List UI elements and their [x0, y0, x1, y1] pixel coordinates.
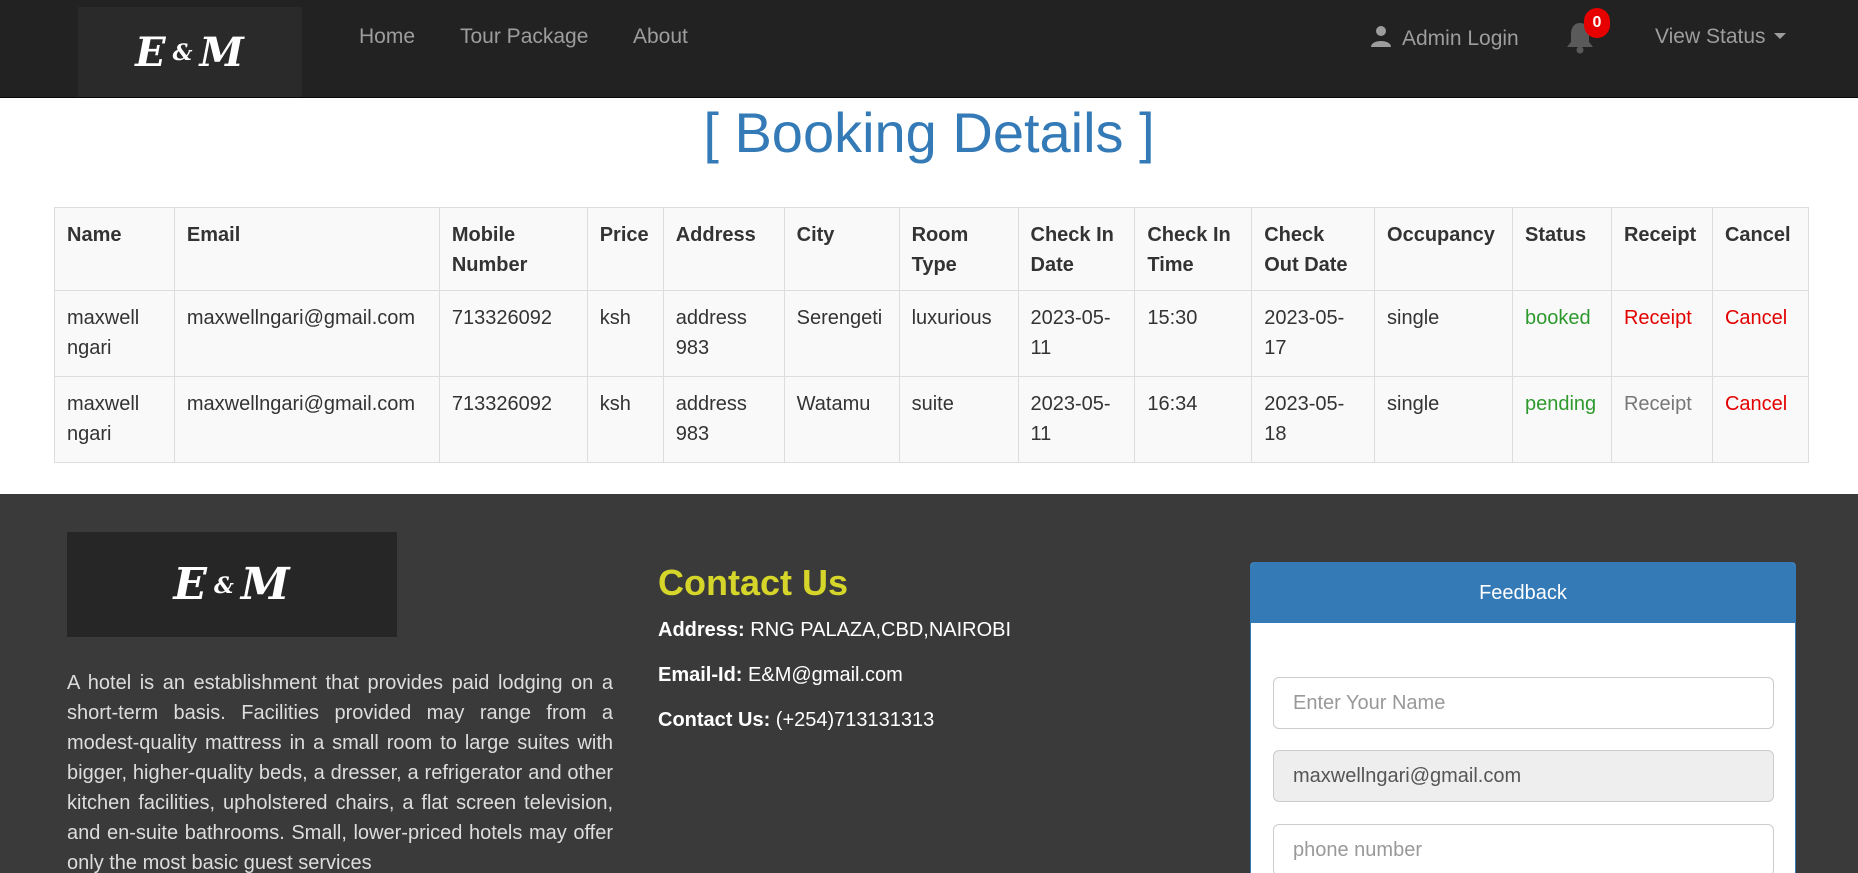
page-title: [ Booking Details ] — [703, 101, 1155, 164]
cell-room-type: suite — [898, 376, 1019, 463]
nav-home-link[interactable]: Home — [359, 25, 415, 49]
logo-text: E & M — [135, 28, 245, 76]
status-badge: booked — [1511, 290, 1612, 377]
feedback-panel: Feedback — [1250, 562, 1796, 873]
receipt-link[interactable]: Receipt — [1624, 307, 1692, 329]
header-city: City — [783, 207, 900, 291]
cell-room-type: luxurious — [898, 290, 1019, 377]
notification-badge: 0 — [1584, 8, 1610, 38]
booking-table: Name Email Mobile Number Price Address C… — [54, 207, 1810, 463]
cell-email: maxwellngari@gmail.com — [173, 290, 440, 377]
cell-check-out-date: 2023-05-18 — [1251, 376, 1376, 463]
contact-address: Address: RNG PALAZA,CBD,NAIROBI — [658, 619, 1011, 642]
caret-down-icon — [1773, 33, 1786, 39]
footer-logo-text: E & M — [173, 559, 291, 610]
address-value: RNG PALAZA,CBD,NAIROBI — [750, 619, 1012, 641]
header-status: Status — [1511, 207, 1612, 291]
cell-check-in-date: 2023-05-11 — [1017, 376, 1136, 463]
admin-login-link[interactable]: Admin Login — [1370, 25, 1519, 51]
header-email: Email — [173, 207, 440, 291]
cell-city: Serengeti — [783, 290, 900, 377]
cell-mobile: 713326092 — [438, 376, 588, 463]
nav-about-link[interactable]: About — [633, 25, 688, 49]
table-row: maxwell ngari maxwellngari@gmail.com 713… — [54, 290, 1810, 377]
nav-tour-package-link[interactable]: Tour Package — [460, 25, 588, 49]
cell-occupancy: single — [1374, 376, 1513, 463]
view-status-dropdown[interactable]: View Status — [1655, 25, 1786, 49]
cell-check-out-date: 2023-05-17 — [1251, 290, 1376, 377]
header-room-type: Room Type — [898, 207, 1019, 291]
contact-title: Contact Us — [658, 562, 849, 603]
contact-email: Email-Id: E&M@gmail.com — [658, 664, 903, 687]
cell-name: maxwell ngari — [54, 376, 175, 463]
view-status-label: View Status — [1655, 25, 1766, 48]
header-name: Name — [54, 207, 175, 291]
header-check-in-date: Check In Date — [1017, 207, 1136, 291]
phone-value: (+254)713131313 — [775, 709, 935, 731]
status-badge: pending — [1511, 376, 1612, 463]
cell-address: address 983 — [662, 290, 785, 377]
table-row: maxwell ngari maxwellngari@gmail.com 713… — [54, 376, 1810, 463]
email-label: Email-Id: — [658, 664, 743, 686]
cell-mobile: 713326092 — [438, 290, 588, 377]
email-field[interactable] — [1273, 750, 1774, 802]
cell-price: ksh — [586, 290, 664, 377]
header-price: Price — [586, 207, 664, 291]
cell-receipt: Receipt — [1610, 376, 1713, 463]
brand-logo[interactable]: E & M — [78, 7, 302, 97]
about-text: A hotel is an establishment that provide… — [67, 672, 613, 873]
cell-receipt: Receipt — [1610, 290, 1713, 377]
cell-city: Watamu — [783, 376, 900, 463]
email-value: E&M@gmail.com — [748, 664, 903, 686]
header-occupancy: Occupancy — [1374, 207, 1513, 291]
cancel-link[interactable]: Cancel — [1725, 307, 1787, 329]
header-check-out-date: Check Out Date — [1251, 207, 1376, 291]
cell-address: address 983 — [662, 376, 785, 463]
user-icon — [1371, 26, 1391, 47]
cancel-link[interactable]: Cancel — [1725, 393, 1787, 415]
navbar: E & M Home Tour Package About Admin Login … — [0, 0, 1858, 98]
cell-email: maxwellngari@gmail.com — [173, 376, 440, 463]
admin-login-label: Admin Login — [1402, 27, 1519, 50]
header-receipt: Receipt — [1610, 207, 1713, 291]
phone-label: Contact Us: — [658, 709, 771, 731]
cell-price: ksh — [586, 376, 664, 463]
cell-cancel: Cancel — [1711, 290, 1810, 377]
cell-name: maxwell ngari — [54, 290, 175, 377]
cell-occupancy: single — [1374, 290, 1513, 377]
address-label: Address: — [658, 619, 745, 641]
header-cancel: Cancel — [1711, 207, 1810, 291]
header-mobile: Mobile Number — [438, 207, 588, 291]
cell-check-in-time: 16:34 — [1134, 376, 1253, 463]
cell-check-in-date: 2023-05-11 — [1017, 290, 1136, 377]
cell-check-in-time: 15:30 — [1134, 290, 1253, 377]
name-input[interactable] — [1273, 677, 1774, 729]
table-header-row: Name Email Mobile Number Price Address C… — [54, 207, 1810, 291]
cell-cancel: Cancel — [1711, 376, 1810, 463]
contact-phone: Contact Us: (+254)713131313 — [658, 709, 934, 732]
feedback-title: Feedback — [1251, 563, 1795, 623]
header-check-in-time: Check In Time — [1134, 207, 1253, 291]
receipt-link-disabled: Receipt — [1623, 393, 1692, 415]
phone-input[interactable] — [1273, 824, 1774, 873]
footer: E & M A hotel is an establishment that pro… — [0, 494, 1858, 873]
footer-logo: E & M — [67, 532, 397, 637]
header-address: Address — [662, 207, 785, 291]
